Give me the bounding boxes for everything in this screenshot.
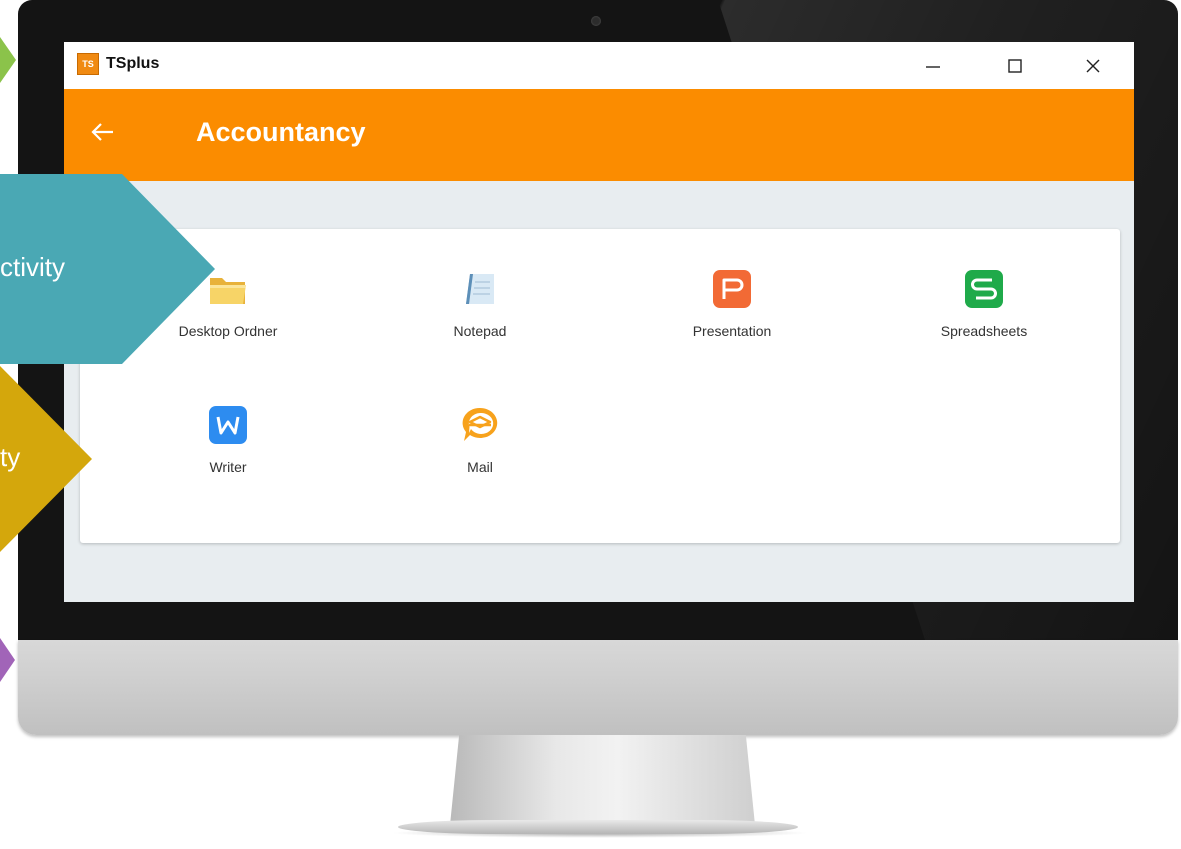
back-button[interactable] bbox=[86, 117, 120, 147]
monitor-chin bbox=[18, 640, 1178, 735]
maximize-button[interactable] bbox=[992, 42, 1038, 89]
title-bar: TS TSplus bbox=[64, 42, 1134, 89]
close-icon bbox=[1086, 59, 1100, 72]
page-title: Accountancy bbox=[196, 117, 366, 147]
arrow-tag-gold: ty bbox=[0, 366, 92, 552]
app-grid-card: Desktop Ordner Notepad Presentation Spre… bbox=[80, 229, 1120, 543]
window-title: TSplus bbox=[106, 55, 160, 72]
mail-icon bbox=[462, 407, 498, 441]
tsplus-logo: TS bbox=[77, 53, 99, 75]
webcam bbox=[591, 16, 601, 26]
maximize-icon bbox=[1008, 58, 1022, 73]
monitor-stand-base bbox=[398, 820, 798, 834]
app-label: Mail bbox=[467, 459, 493, 475]
tag-text-ty: ty bbox=[0, 442, 21, 472]
close-button[interactable] bbox=[1070, 42, 1116, 89]
monitor-stand bbox=[450, 735, 755, 825]
app-header: Accountancy bbox=[64, 89, 1134, 181]
notepad-icon bbox=[466, 274, 494, 304]
app-tile-spreadsheets[interactable]: Spreadsheets bbox=[894, 229, 1074, 347]
app-window: TS TSplus Accountancy Desktop Ordner Not… bbox=[64, 42, 1134, 602]
presentation-icon bbox=[713, 270, 751, 308]
spreadsheet-icon bbox=[965, 270, 1003, 308]
app-label: Spreadsheets bbox=[940, 323, 1028, 339]
app-tile-mail[interactable]: Mail bbox=[390, 365, 570, 483]
app-tile-presentation[interactable]: Presentation bbox=[642, 229, 822, 347]
minimize-icon bbox=[926, 65, 940, 68]
arrow-tag-purple bbox=[0, 638, 15, 682]
app-tile-notepad[interactable]: Notepad bbox=[390, 229, 570, 347]
tag-text-activity: ctivity bbox=[0, 252, 65, 282]
app-label: Notepad bbox=[453, 323, 507, 339]
app-tile-writer[interactable]: Writer bbox=[138, 365, 318, 483]
app-label: Presentation bbox=[692, 323, 772, 339]
arrow-tag-green bbox=[0, 37, 16, 83]
writer-icon bbox=[209, 406, 247, 444]
arrow-left-icon bbox=[91, 123, 113, 141]
minimize-button[interactable] bbox=[910, 42, 956, 89]
app-label: Writer bbox=[209, 459, 247, 475]
arrow-tag-teal: ctivity bbox=[0, 174, 215, 364]
